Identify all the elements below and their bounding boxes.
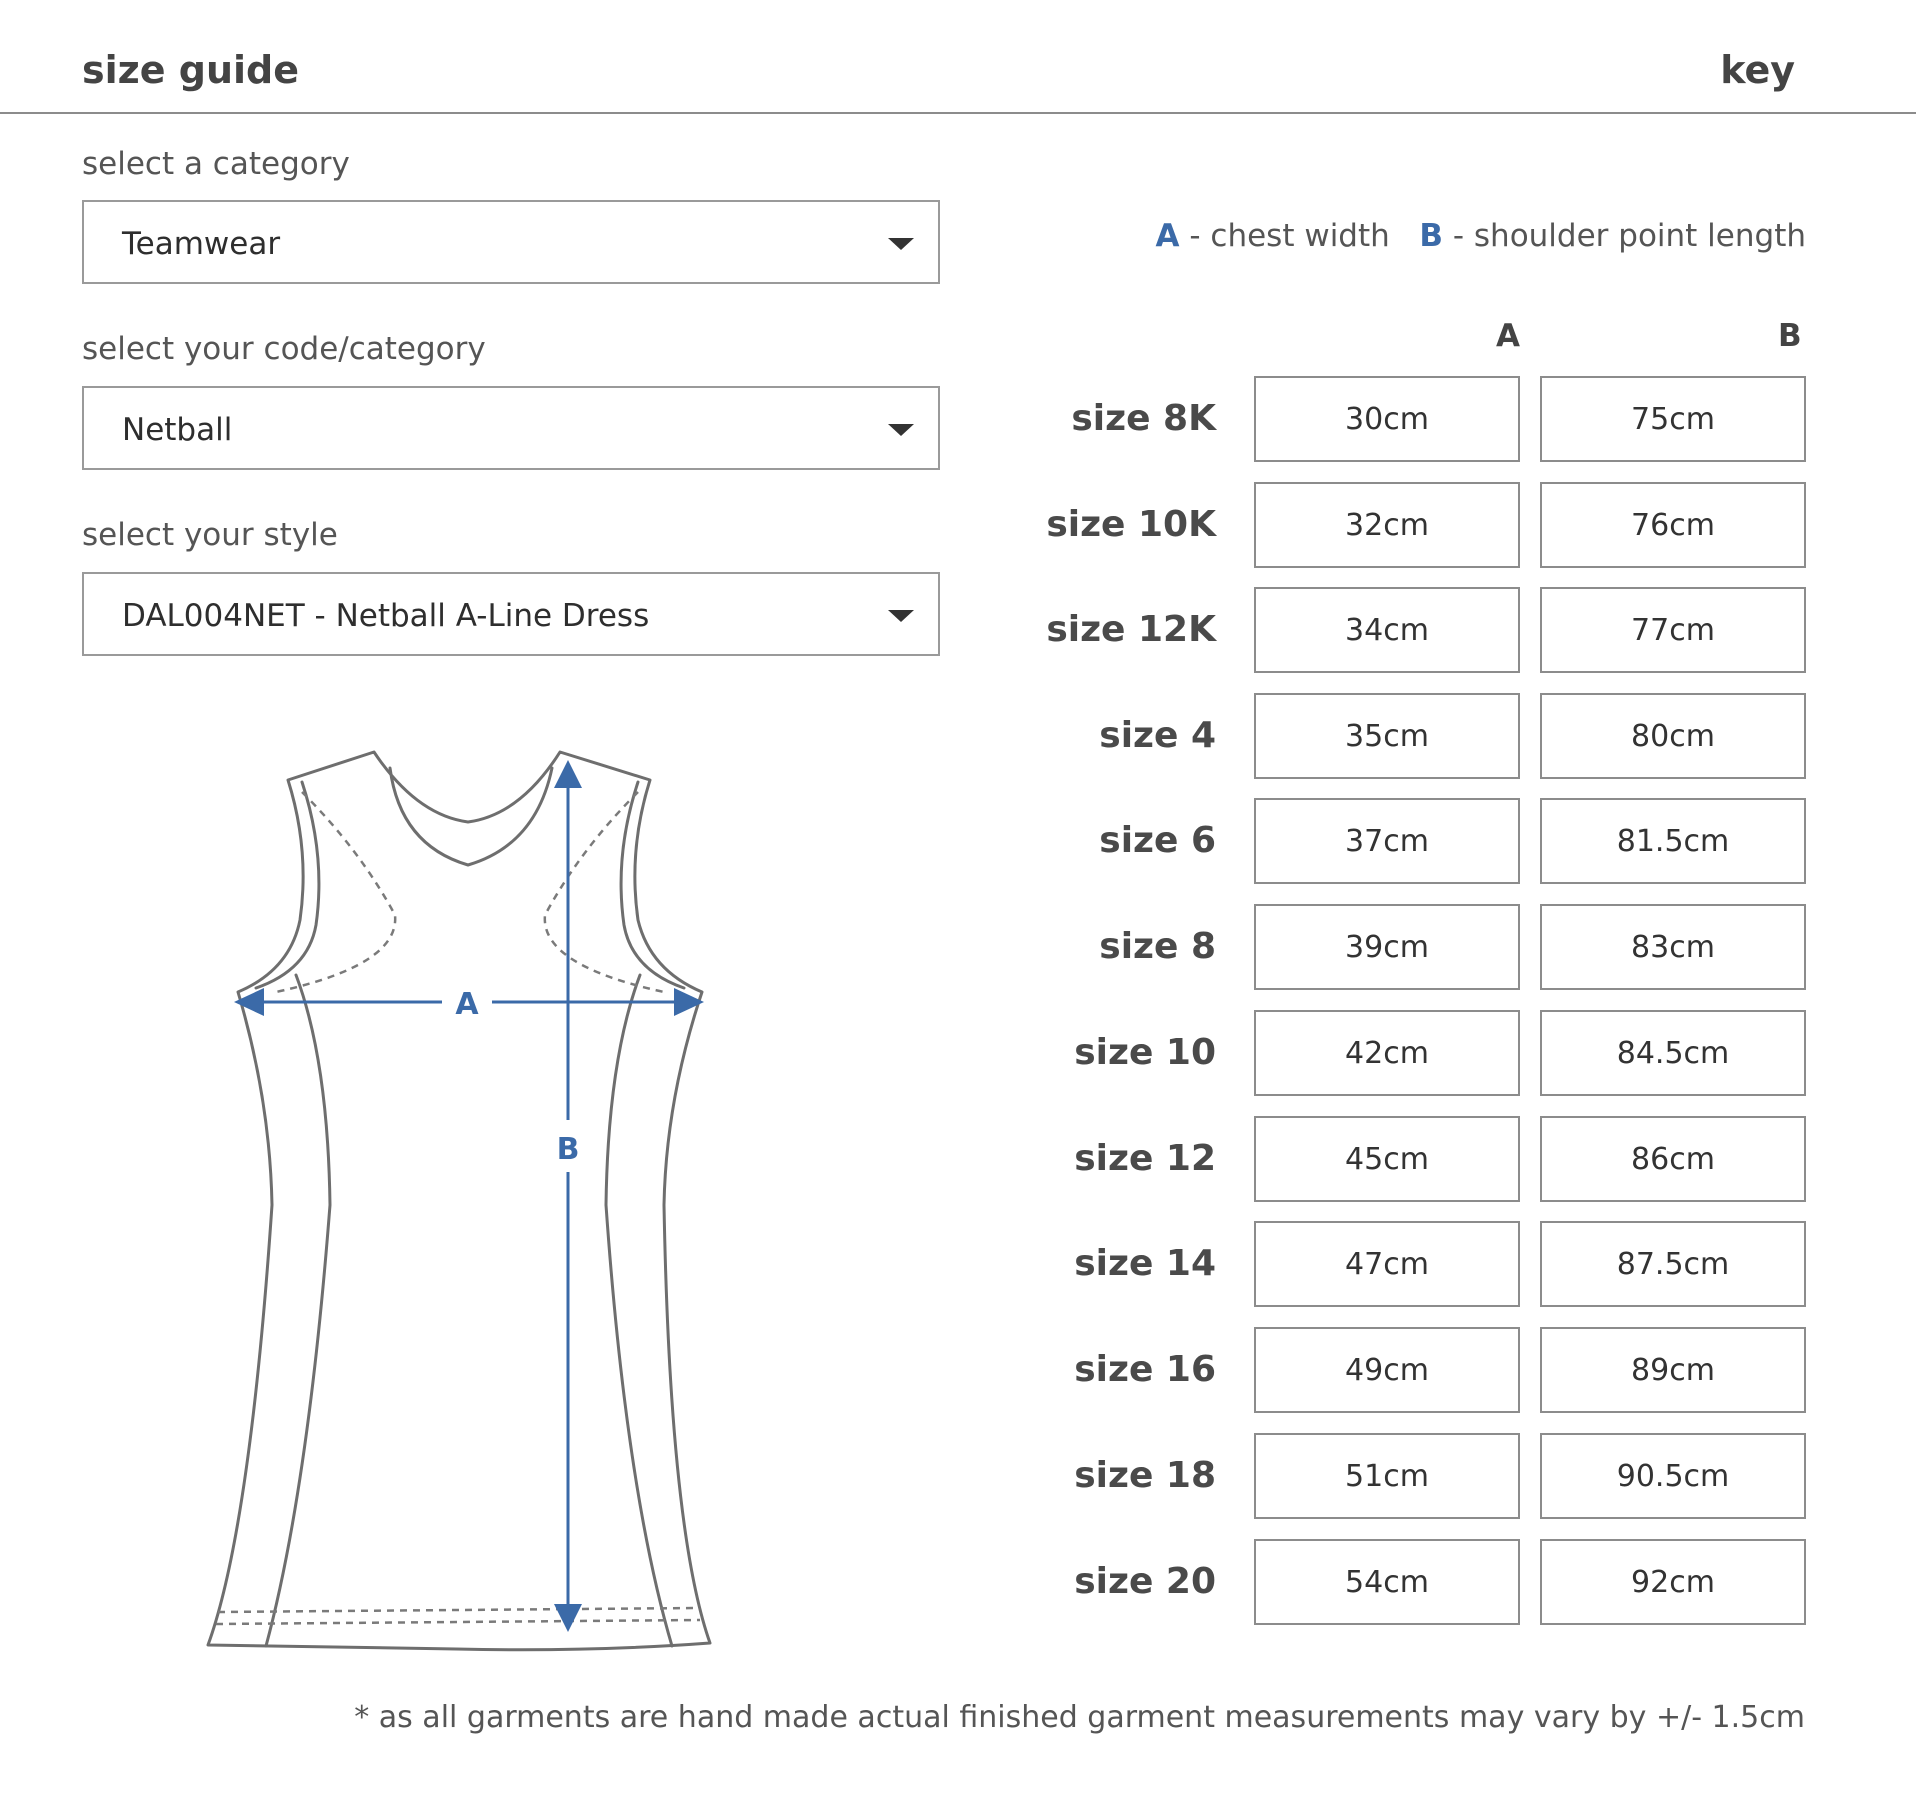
- chevron-down-icon: [888, 610, 914, 622]
- dress-outline: [206, 750, 712, 1652]
- size-label: size 12K: [1046, 609, 1216, 650]
- armhole-binding-left: [254, 780, 321, 990]
- shoulder-length-cell: 87.5cm: [1540, 1221, 1806, 1307]
- chest-width-cell: 35cm: [1254, 693, 1520, 779]
- shoulder-length-cell: 86cm: [1540, 1116, 1806, 1202]
- chevron-down-icon: [888, 424, 914, 436]
- header: size guide key: [0, 0, 1916, 114]
- dress-measurement-diagram: A B: [206, 750, 712, 1652]
- category-label: select a category: [82, 146, 350, 182]
- key-heading: key: [1720, 48, 1795, 92]
- category-select-value: Teamwear: [122, 226, 281, 262]
- hem-stitch-1: [217, 1606, 699, 1614]
- size-label: size 10: [1074, 1032, 1216, 1073]
- panel-seam-left: [264, 973, 332, 1648]
- panel-seam-right: [604, 973, 674, 1648]
- chest-width-cell: 39cm: [1254, 904, 1520, 990]
- measurement-key: A - chest width B - shoulder point lengt…: [1156, 218, 1806, 254]
- shoulder-length-cell: 80cm: [1540, 693, 1806, 779]
- key-text-b: - shoulder point length: [1452, 218, 1806, 254]
- hem-stitch-2: [215, 1618, 701, 1626]
- page-title: size guide: [82, 48, 300, 92]
- style-select[interactable]: DAL004NET - Netball A-Line Dress: [82, 572, 940, 656]
- shoulder-length-cell: 76cm: [1540, 482, 1806, 568]
- size-label: size 4: [1099, 715, 1216, 756]
- chest-width-cell: 47cm: [1254, 1221, 1520, 1307]
- chest-width-cell: 30cm: [1254, 376, 1520, 462]
- dimension-label-a: A: [455, 987, 479, 1022]
- chest-width-cell: 42cm: [1254, 1010, 1520, 1096]
- code-category-select[interactable]: Netball: [82, 386, 940, 470]
- arrowhead-up-icon: [554, 760, 582, 788]
- chevron-down-icon: [888, 238, 914, 250]
- shoulder-length-cell: 84.5cm: [1540, 1010, 1806, 1096]
- size-label: size 14: [1074, 1243, 1216, 1284]
- neckline-binding: [388, 766, 554, 867]
- size-label: size 16: [1074, 1349, 1216, 1390]
- chest-width-cell: 49cm: [1254, 1327, 1520, 1413]
- size-label: size 8: [1099, 926, 1216, 967]
- column-header-a: A: [1496, 318, 1520, 354]
- key-text-a: - chest width: [1189, 218, 1390, 254]
- shoulder-length-cell: 75cm: [1540, 376, 1806, 462]
- style-label: select your style: [82, 517, 338, 553]
- shoulder-length-cell: 83cm: [1540, 904, 1806, 990]
- chest-width-cell: 54cm: [1254, 1539, 1520, 1625]
- shoulder-length-cell: 89cm: [1540, 1327, 1806, 1413]
- category-select[interactable]: Teamwear: [82, 200, 940, 284]
- size-label: size 20: [1074, 1561, 1216, 1602]
- code-category-label: select your code/category: [82, 331, 486, 367]
- size-label: size 18: [1074, 1455, 1216, 1496]
- racerback-stitch-left: [275, 791, 397, 994]
- shoulder-length-cell: 90.5cm: [1540, 1433, 1806, 1519]
- size-label: size 12: [1074, 1138, 1216, 1179]
- key-letter-b: B: [1419, 218, 1443, 254]
- shoulder-length-cell: 77cm: [1540, 587, 1806, 673]
- code-category-select-value: Netball: [122, 412, 233, 448]
- chest-width-cell: 34cm: [1254, 587, 1520, 673]
- size-label: size 8K: [1071, 398, 1216, 439]
- chest-width-cell: 37cm: [1254, 798, 1520, 884]
- dimension-label-b: B: [557, 1132, 580, 1167]
- racerback-stitch-right: [543, 791, 665, 994]
- column-header-b: B: [1778, 318, 1802, 354]
- armhole-binding-right: [619, 780, 686, 990]
- chest-width-cell: 51cm: [1254, 1433, 1520, 1519]
- key-letter-a: A: [1155, 218, 1180, 254]
- chest-width-cell: 32cm: [1254, 482, 1520, 568]
- style-select-value: DAL004NET - Netball A-Line Dress: [122, 598, 650, 634]
- chest-width-cell: 45cm: [1254, 1116, 1520, 1202]
- size-label: size 10K: [1046, 504, 1216, 545]
- arrowhead-down-icon: [554, 1604, 582, 1632]
- shoulder-length-cell: 92cm: [1540, 1539, 1806, 1625]
- measurement-disclaimer: * as all garments are hand made actual f…: [354, 1700, 1805, 1735]
- shoulder-length-cell: 81.5cm: [1540, 798, 1806, 884]
- size-label: size 6: [1099, 820, 1216, 861]
